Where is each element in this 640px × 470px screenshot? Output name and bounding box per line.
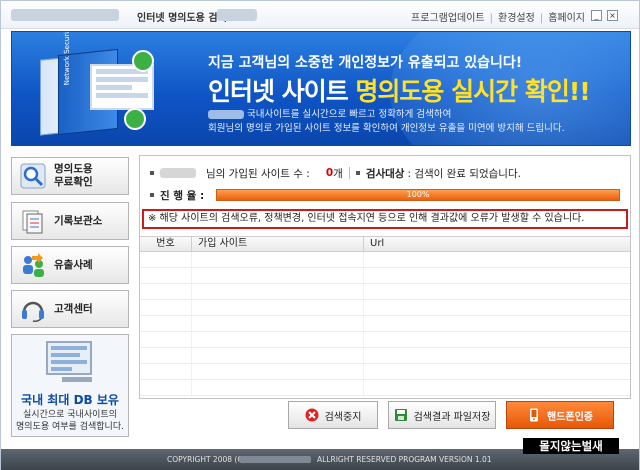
settings-link[interactable]: 환경설정 — [498, 13, 535, 24]
table-row[interactable] — [140, 284, 630, 300]
sidebar-item-archive[interactable]: 기록보관소 — [11, 202, 129, 240]
stop-search-button[interactable]: 검색중지 — [288, 401, 378, 429]
sidebar-item-leak-cases[interactable]: 유출사례 — [11, 246, 129, 284]
blurred-app-name — [11, 9, 119, 21]
copyright-text: COPYRIGHT 2008 (C) — [167, 455, 246, 464]
close-icon[interactable]: × — [607, 10, 618, 21]
banner-title: 인터넷 사이트 명의도용 실시간 확인!! — [208, 77, 591, 106]
headset-icon — [20, 296, 46, 322]
stop-search-label: 검색중지 — [324, 411, 362, 423]
update-link[interactable]: 프로그램업데이트 — [411, 13, 485, 24]
table-row[interactable] — [140, 380, 630, 396]
table-row[interactable] — [140, 348, 630, 364]
progress-label: 진 행 율 : — [160, 189, 205, 202]
col-site[interactable]: 가입 사이트 — [192, 237, 364, 251]
blurred-company — [239, 456, 311, 463]
refresh-arrow-icon — [132, 50, 154, 72]
document-archive-icon — [20, 208, 46, 234]
db-promo-panel: 국내 최대 DB 보유 실시간으로 국내사이트의 명의도용 여부를 검색합니다. — [11, 334, 129, 437]
table-row[interactable] — [140, 332, 630, 348]
sidebar-item-label: 고객센터 — [54, 302, 93, 315]
results-table[interactable]: 번호 가입 사이트 Url — [140, 236, 630, 398]
save-disk-icon — [394, 408, 408, 422]
sites-unit: 개 — [333, 167, 343, 180]
progress-row: 진 행 율 : 100% — [150, 186, 620, 204]
phone-icon — [527, 408, 541, 422]
db-promo-description: 실시간으로 국내사이트의 명의도용 여부를 검색합니다. — [16, 410, 124, 432]
sidebar-item-label: 명의도용 무료확인 — [54, 163, 93, 188]
sites-label: 님의 가입된 사이트 수 : — [206, 167, 310, 180]
blurred-title-suffix — [217, 9, 257, 21]
product-box-image: Network Security — [40, 32, 160, 136]
sites-count: 0 — [325, 167, 334, 179]
refresh-arrow-icon — [124, 108, 146, 130]
status-row: 님의 가입된 사이트 수 : 0개 검사대상 : 검색이 완료 되었습니다. — [150, 164, 620, 182]
progress-text: 100% — [406, 190, 430, 199]
table-row[interactable] — [140, 252, 630, 268]
phone-verify-label: 핸드폰인증 — [547, 411, 593, 423]
monitor-icon — [46, 341, 92, 375]
banner-description: 국내사이트를 실시간으로 빠르고 정확하게 검색하여 회원님의 명의로 가입된 … — [208, 109, 565, 134]
target-label: 검사대상 — [365, 167, 405, 180]
col-url[interactable]: Url — [364, 237, 630, 251]
db-promo-title: 국내 최대 DB 보유 — [21, 393, 119, 407]
sidebar-item-free-check[interactable]: 명의도용 무료확인 — [11, 157, 129, 195]
phone-verify-button[interactable]: 핸드폰인증 — [506, 401, 614, 429]
save-results-button[interactable]: 검색결과 파일저장 — [388, 401, 496, 429]
table-row[interactable] — [140, 268, 630, 284]
progress-bar: 100% — [216, 189, 620, 201]
table-row[interactable] — [140, 300, 630, 316]
people-share-icon — [20, 252, 46, 278]
banner-headline: 지금 고객님의 소중한 개인정보가 유출되고 있습니다! — [208, 55, 523, 71]
title-bar: 인터넷 명의도용 검색 프로그램업데이트 | 환경설정 | 홈페이지 _ × — [1, 1, 639, 29]
save-results-label: 검색결과 파일저장 — [413, 411, 491, 423]
warning-notice: ※ 해당 사이트의 검색오류, 정책변경, 인터넷 접속지연 등으로 인해 결과… — [142, 209, 628, 229]
sidebar-item-label: 기록보관소 — [54, 214, 103, 227]
window-title: 인터넷 명의도용 검색 — [137, 13, 227, 24]
promo-banner: Network Security 지금 고객님의 소중한 개인정보가 유출되고 … — [11, 31, 631, 146]
blurred-username — [160, 168, 196, 178]
stop-icon — [305, 408, 319, 422]
table-header: 번호 가입 사이트 Url — [140, 236, 630, 252]
app-window: 인터넷 명의도용 검색 프로그램업데이트 | 환경설정 | 홈페이지 _ × Netwo… — [0, 0, 640, 470]
target-value: : 검색이 완료 되었습니다. — [407, 167, 521, 180]
homepage-link[interactable]: 홈페이지 — [548, 13, 585, 24]
sidebar-item-customer-center[interactable]: 고객센터 — [11, 290, 129, 328]
minimize-icon[interactable]: _ — [591, 10, 602, 21]
watermark-stamp: 몰지않는벌새 — [523, 438, 619, 454]
magnifier-icon — [20, 163, 46, 189]
table-row[interactable] — [140, 316, 630, 332]
sidebar-item-label: 유출사례 — [54, 258, 93, 271]
version-text: ALLRIGHT RESERVED PROGRAM VERSION 1.01 — [317, 455, 492, 464]
table-row[interactable] — [140, 364, 630, 380]
top-links: 프로그램업데이트 | 환경설정 | 홈페이지 — [411, 13, 585, 24]
results-panel: 님의 가입된 사이트 수 : 0개 검사대상 : 검색이 완료 되었습니다. 진… — [139, 155, 631, 399]
col-number[interactable]: 번호 — [140, 237, 192, 251]
